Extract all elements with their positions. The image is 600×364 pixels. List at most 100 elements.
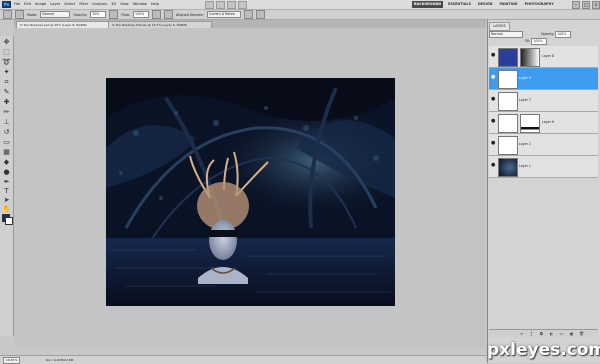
layer-row[interactable]: ● Layer 6	[489, 112, 598, 134]
aligned-checkbox[interactable]	[164, 10, 174, 19]
layer-thumbnail	[498, 48, 518, 67]
layer-name: Layer 6	[542, 120, 554, 124]
workspace-photography[interactable]: PHOTOGRAPHY	[523, 1, 556, 8]
layer-fill-input[interactable]: 100%	[531, 38, 548, 45]
visibility-eye-icon[interactable]: ●	[491, 119, 496, 124]
layer-fill: Fill: 100%	[525, 38, 548, 45]
workspace-background[interactable]: BACKGROUND	[412, 1, 444, 8]
layer-style-icon[interactable]: ƒ	[529, 331, 534, 336]
layer-thumbnail	[498, 158, 518, 177]
layer-mask-thumbnail[interactable]	[520, 48, 540, 67]
dodge-tool-icon[interactable]: ●	[2, 168, 11, 177]
layers-controls: Normal Opacity: 100% Fill: 100%	[489, 30, 598, 45]
visibility-eye-icon[interactable]: ●	[491, 141, 496, 146]
screen-mode-icon[interactable]	[238, 1, 247, 9]
layer-opacity-input[interactable]: 100%	[555, 31, 572, 38]
opacity-input[interactable]: 50%	[90, 11, 107, 18]
sample-label: Aligned Sample:	[176, 12, 204, 17]
move-tool-icon[interactable]: ✥	[2, 38, 11, 47]
visibility-eye-icon[interactable]: ●	[491, 97, 496, 102]
menu-items: File Edit Image Layer Select Filter Anal…	[14, 0, 159, 9]
menu-bar: Ps File Edit Image Layer Select Filter A…	[0, 0, 600, 10]
clone-stamp-icon[interactable]	[3, 10, 12, 19]
workspace-design[interactable]: DESIGN	[476, 1, 494, 8]
hand-view-icon[interactable]	[205, 1, 214, 9]
visibility-eye-icon[interactable]: ●	[491, 75, 496, 80]
brush-tool-icon[interactable]: ✏	[2, 108, 11, 117]
layers-footer: ∞ ƒ ◘ ◐ ▭ ▣ 🗑	[489, 329, 598, 337]
flow-input[interactable]: 100%	[133, 11, 150, 18]
eyedropper-tool-icon[interactable]: ✎	[2, 88, 11, 97]
document-tab-bar: In the Shadows.psd @ 25% (Layer 8, RGB/8…	[14, 20, 486, 29]
view-controls	[205, 1, 247, 9]
blend-mode-select[interactable]: Normal	[489, 31, 523, 38]
healing-brush-tool-icon[interactable]: ✚	[2, 98, 11, 107]
app-logo: Ps	[2, 1, 11, 8]
close-button[interactable]: ×	[592, 1, 600, 9]
menu-edit[interactable]: Edit	[24, 0, 31, 9]
menu-file[interactable]: File	[14, 0, 20, 9]
menu-layer[interactable]: Layer	[50, 0, 60, 9]
minimize-button[interactable]: –	[572, 1, 580, 9]
crop-tool-icon[interactable]: ⌗	[2, 78, 11, 87]
arrange-documents-icon[interactable]	[227, 1, 236, 9]
brush-preset-icon[interactable]	[15, 10, 24, 19]
menu-image[interactable]: Image	[35, 0, 46, 9]
type-tool-icon[interactable]: T	[2, 187, 11, 196]
marquee-tool-icon[interactable]: ⬚	[2, 48, 11, 57]
menu-view[interactable]: View	[120, 0, 129, 9]
zoom-view-icon[interactable]	[216, 1, 225, 9]
new-group-icon[interactable]: ▭	[559, 331, 564, 336]
artwork-image	[106, 78, 395, 306]
lasso-tool-icon[interactable]: ➰	[2, 58, 11, 67]
menu-3d[interactable]: 3D	[111, 0, 116, 9]
layer-row[interactable]: ● Layer 7	[489, 90, 598, 112]
pen-tool-icon[interactable]: ✒	[2, 178, 11, 187]
history-brush-tool-icon[interactable]: ↺	[2, 128, 11, 137]
options-bar: Mode: Normal Opacity: 50% Flow: 100% Ali…	[0, 10, 600, 20]
airbrush-icon[interactable]	[152, 10, 162, 19]
background-color-swatch[interactable]	[5, 217, 13, 225]
layer-row-selected[interactable]: ● Layer 9	[489, 68, 598, 90]
layer-thumbnail	[498, 136, 518, 155]
new-layer-icon[interactable]: ▣	[569, 331, 574, 336]
pressure-size-icon[interactable]	[255, 10, 265, 19]
mode-select[interactable]: Normal	[40, 11, 71, 18]
quick-select-tool-icon[interactable]: ✦	[2, 68, 11, 77]
link-layers-icon[interactable]: ∞	[519, 331, 524, 336]
menu-window[interactable]: Window	[133, 0, 147, 9]
maximize-button[interactable]: □	[582, 1, 590, 9]
layer-row[interactable]: ● Layer 8	[489, 46, 598, 68]
hand-tool-icon[interactable]: ✋	[2, 205, 11, 214]
workspace-painting[interactable]: PAINTING	[498, 1, 520, 8]
layer-mask-thumbnail[interactable]	[520, 114, 540, 133]
menu-filter[interactable]: Filter	[79, 0, 88, 9]
delete-layer-icon[interactable]: 🗑	[579, 331, 584, 336]
layer-row[interactable]: ● Layer 2	[489, 134, 598, 156]
add-mask-icon[interactable]: ◘	[539, 331, 544, 336]
layer-name: Layer 1	[519, 164, 531, 168]
layer-name: Layer 2	[519, 142, 531, 146]
adjustment-layer-icon[interactable]: ◐	[549, 331, 554, 336]
gradient-tool-icon[interactable]: ▦	[2, 148, 11, 157]
workspace-switcher: BACKGROUND ESSENTIALS DESIGN PAINTING PH…	[412, 1, 556, 8]
layer-thumbnail	[498, 114, 518, 133]
menu-help[interactable]: Help	[151, 0, 159, 9]
ignore-adjustment-icon[interactable]	[243, 10, 253, 19]
artwork-canvas[interactable]	[106, 78, 395, 306]
flow-label: Flow:	[121, 12, 131, 17]
clone-stamp-tool-icon[interactable]: ⊥	[2, 118, 11, 127]
window-buttons: – □ ×	[572, 1, 600, 9]
menu-select[interactable]: Select	[64, 0, 75, 9]
path-select-tool-icon[interactable]: ➤	[2, 196, 11, 205]
visibility-eye-icon[interactable]: ●	[491, 163, 496, 168]
layer-row[interactable]: ● Layer 1	[489, 156, 598, 178]
blur-tool-icon[interactable]: ◆	[2, 158, 11, 167]
pressure-opacity-icon[interactable]	[109, 10, 119, 19]
workspace-essentials[interactable]: ESSENTIALS	[446, 1, 473, 8]
eraser-tool-icon[interactable]: ▭	[2, 138, 11, 147]
visibility-eye-icon[interactable]: ●	[491, 53, 496, 58]
sample-select[interactable]: Current & Below	[206, 11, 241, 18]
mode-label: Mode:	[27, 12, 38, 17]
menu-analysis[interactable]: Analysis	[92, 0, 107, 9]
